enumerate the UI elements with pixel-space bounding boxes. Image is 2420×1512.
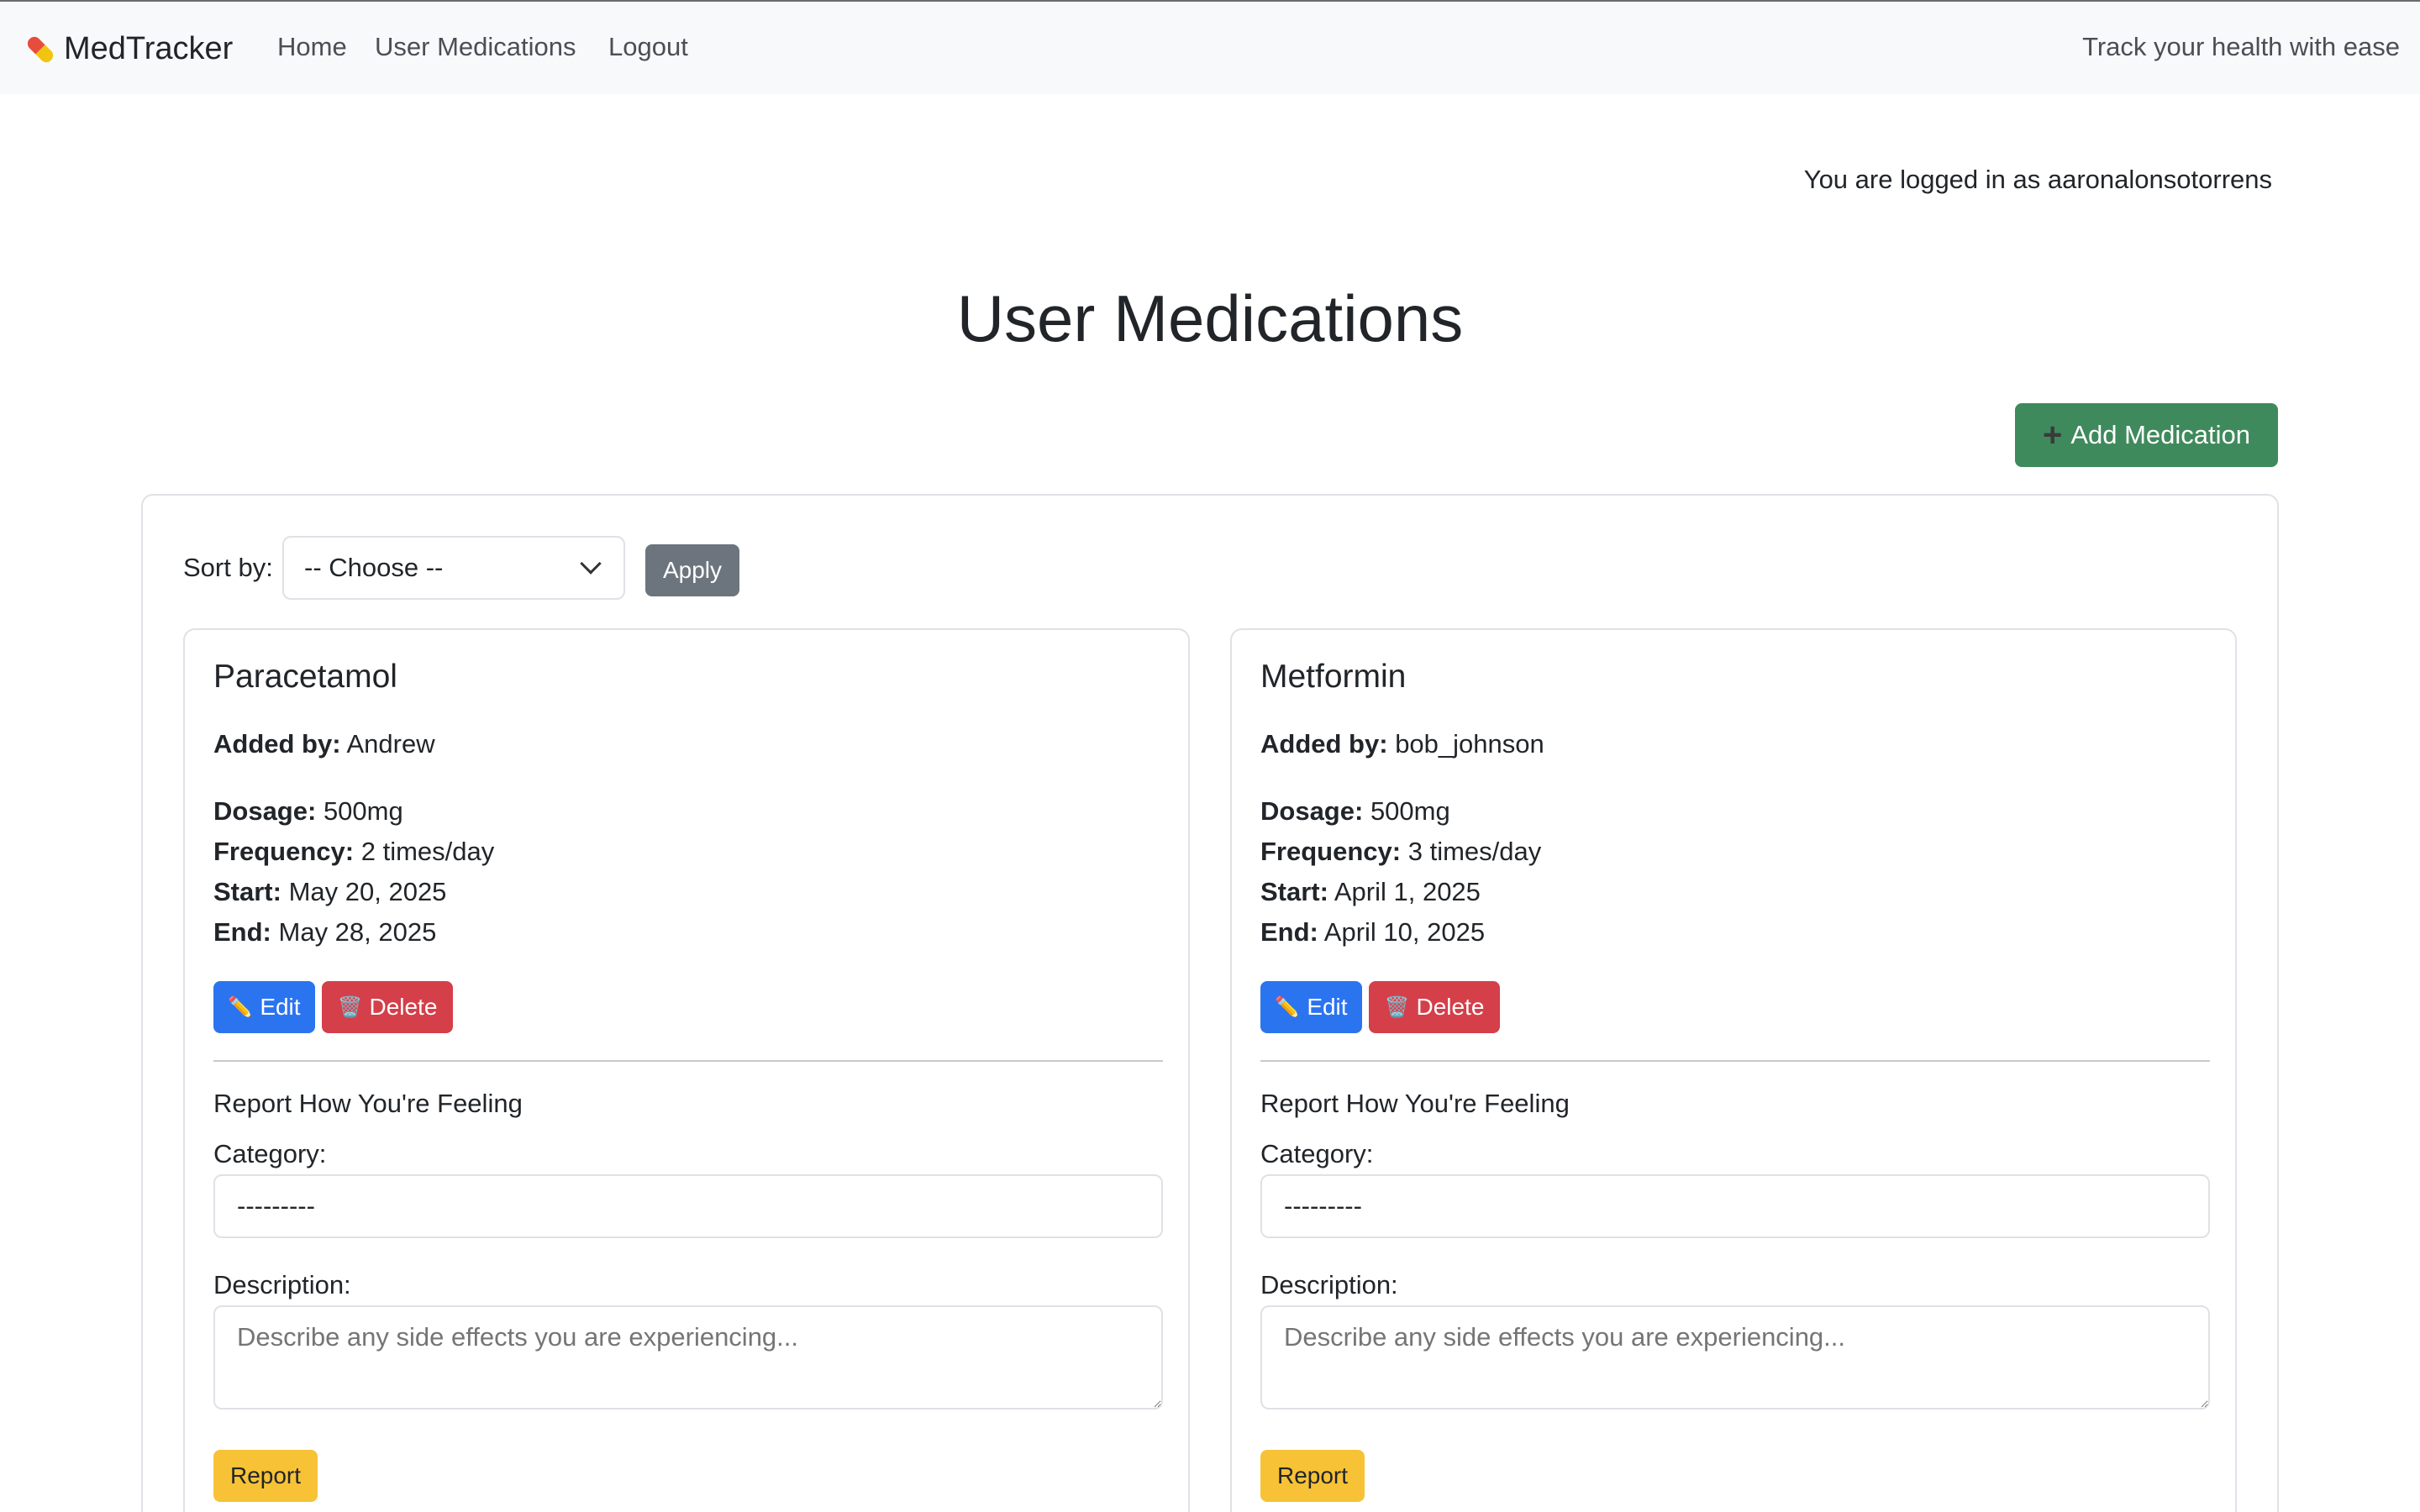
sort-label: Sort by: — [183, 553, 273, 582]
nav-link-logout[interactable]: Logout — [608, 32, 688, 62]
delete-button[interactable]: 🗑️ Delete — [322, 981, 453, 1033]
edit-button[interactable]: ✏️ Edit — [1260, 981, 1362, 1033]
description-textarea[interactable] — [213, 1305, 1163, 1410]
description-label: Description: — [213, 1270, 351, 1299]
nav-link-home[interactable]: Home — [277, 32, 347, 62]
plus-icon: + — [2042, 417, 2063, 454]
pencil-icon: ✏️ — [1275, 995, 1301, 1019]
category-select[interactable]: --------- — [213, 1174, 1163, 1238]
description-label: Description: — [1260, 1270, 1398, 1299]
frequency-value: 2 times/day — [360, 837, 495, 866]
add-medication-button[interactable]: + Add Medication — [2015, 403, 2278, 467]
trash-icon: 🗑️ — [1384, 995, 1410, 1019]
brand-name: MedTracker — [64, 30, 234, 66]
start-value: April 1, 2025 — [1334, 877, 1481, 906]
pill-icon — [22, 34, 56, 66]
start-row: Start: April 1, 2025 — [1260, 877, 1481, 906]
page-title: User Medications — [956, 281, 1464, 355]
start-value: May 20, 2025 — [288, 877, 447, 906]
apply-sort-button[interactable]: Apply — [645, 544, 739, 596]
category-label: Category: — [1260, 1139, 1374, 1168]
trash-icon: 🗑️ — [337, 995, 363, 1019]
edit-button[interactable]: ✏️ Edit — [213, 981, 315, 1033]
end-row: End: April 10, 2025 — [1260, 917, 1486, 947]
end-row: End: May 28, 2025 — [213, 917, 437, 947]
chevron-down-icon — [580, 553, 602, 575]
category-select[interactable]: --------- — [1260, 1174, 2210, 1238]
medication-name: Paracetamol — [213, 659, 397, 695]
sort-selected-value: -- Choose -- — [304, 553, 444, 582]
report-button[interactable]: Report — [213, 1450, 318, 1502]
medication-card: Paracetamol Added by: Andrew Dosage: 500… — [183, 628, 1190, 1512]
sort-select[interactable]: -- Choose -- — [282, 536, 625, 600]
report-button[interactable]: Report — [1260, 1450, 1365, 1502]
navbar-tagline: Track your health with ease — [2082, 32, 2400, 61]
start-row: Start: May 20, 2025 — [213, 877, 447, 906]
add-medication-label: Add Medication — [2070, 420, 2251, 449]
nav-link-user-medications[interactable]: User Medications — [375, 32, 576, 62]
pencil-icon: ✏️ — [228, 995, 254, 1019]
frequency-row: Frequency: 2 times/day — [213, 837, 495, 866]
dosage-row: Dosage: 500mg — [1260, 796, 1450, 826]
end-value: May 28, 2025 — [278, 917, 437, 947]
dosage-value: 500mg — [1370, 796, 1450, 826]
login-status: You are logged in as aaronalonsotorrens — [1803, 165, 2272, 194]
divider — [213, 1060, 1163, 1062]
divider — [1260, 1060, 2210, 1062]
report-heading: Report How You're Feeling — [1260, 1089, 1570, 1118]
end-value: April 10, 2025 — [1323, 917, 1486, 947]
medication-card: Metformin Added by: bob_johnson Dosage: … — [1230, 628, 2237, 1512]
frequency-value: 3 times/day — [1407, 837, 1542, 866]
description-textarea[interactable] — [1260, 1305, 2210, 1410]
dosage-row: Dosage: 500mg — [213, 796, 403, 826]
added-by-value: Andrew — [346, 729, 435, 759]
report-heading: Report How You're Feeling — [213, 1089, 523, 1118]
added-by-row: Added by: bob_johnson — [1260, 729, 1544, 759]
medication-name: Metformin — [1260, 659, 1407, 695]
added-by-row: Added by: Andrew — [213, 729, 435, 759]
frequency-row: Frequency: 3 times/day — [1260, 837, 1542, 866]
dosage-value: 500mg — [323, 796, 403, 826]
brand-link[interactable]: MedTracker — [22, 27, 233, 71]
delete-button[interactable]: 🗑️ Delete — [1369, 981, 1500, 1033]
category-label: Category: — [213, 1139, 327, 1168]
added-by-value: bob_johnson — [1395, 729, 1544, 759]
top-navbar: MedTracker Home User Medications Logout … — [0, 0, 2420, 94]
